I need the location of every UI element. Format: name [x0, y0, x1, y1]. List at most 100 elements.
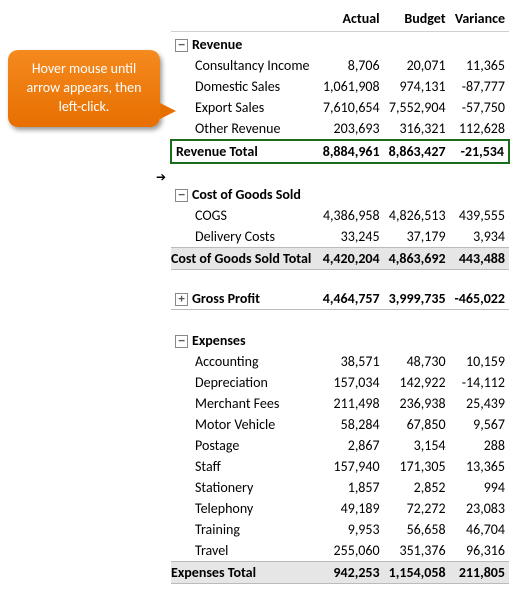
gross-profit-title: Gross Profit: [192, 290, 260, 307]
col-actual: Actual: [318, 8, 384, 32]
col-variance: Variance: [450, 8, 509, 32]
expenses-total-label: Expenses Total: [171, 562, 318, 584]
revenue-total-label: Revenue Total: [171, 140, 318, 163]
expenses-title: Expenses: [192, 332, 246, 349]
row-label: Domestic Sales: [171, 76, 318, 97]
table-row: Delivery Costs33,24537,1793,934: [171, 226, 509, 248]
row-budget: 56,658: [384, 519, 450, 540]
row-label: Merchant Fees: [171, 393, 318, 414]
col-budget: Budget: [384, 8, 450, 32]
row-label: Stationery: [171, 477, 318, 498]
row-variance: 288: [450, 435, 509, 456]
row-actual: 255,060: [318, 540, 384, 562]
row-variance: 25,439: [450, 393, 509, 414]
row-budget: 20,071: [384, 55, 450, 76]
row-variance: 112,628: [450, 118, 509, 140]
row-budget: 37,179: [384, 226, 450, 248]
row-variance: -14,112: [450, 372, 509, 393]
row-budget: 351,376: [384, 540, 450, 562]
cogs-total-label: Cost of Goods Sold Total: [171, 248, 318, 270]
row-label: Export Sales: [171, 97, 318, 118]
instruction-callout: Hover mouse until arrow appears, then le…: [8, 50, 160, 127]
revenue-total-actual: 8,884,961: [318, 140, 384, 163]
table-row: Staff157,940171,30513,365: [171, 456, 509, 477]
row-budget: 7,552,904: [384, 97, 450, 118]
callout-pointer-icon: [160, 103, 176, 119]
row-label: Travel: [171, 540, 318, 562]
row-label: Delivery Costs: [171, 226, 318, 248]
cogs-total-actual: 4,420,204: [318, 248, 384, 270]
table-row: Other Revenue203,693316,321112,628: [171, 118, 509, 140]
row-label: Other Revenue: [171, 118, 318, 140]
row-budget: 171,305: [384, 456, 450, 477]
expenses-section-header: −Expenses: [171, 328, 509, 351]
row-actual: 58,284: [318, 414, 384, 435]
cogs-title: Cost of Goods Sold: [192, 186, 301, 203]
table-row: Travel255,060351,37696,316: [171, 540, 509, 562]
row-variance: -57,750: [450, 97, 509, 118]
collapse-icon[interactable]: −: [175, 335, 188, 348]
header-row: Actual Budget Variance: [171, 8, 509, 32]
row-variance: 46,704: [450, 519, 509, 540]
row-actual: 33,245: [318, 226, 384, 248]
row-budget: 316,321: [384, 118, 450, 140]
row-budget: 4,826,513: [384, 205, 450, 226]
expenses-total-variance: 211,805: [450, 562, 509, 584]
row-actual: 49,189: [318, 498, 384, 519]
cogs-total-budget: 4,863,692: [384, 248, 450, 270]
row-variance: 96,316: [450, 540, 509, 562]
table-row: Export Sales7,610,6547,552,904-57,750: [171, 97, 509, 118]
financial-table: Actual Budget Variance −Revenue Consulta…: [170, 8, 510, 584]
table-row: Postage2,8673,154288: [171, 435, 509, 456]
gross-profit-budget: 3,999,735: [384, 288, 450, 310]
row-actual: 1,061,908: [318, 76, 384, 97]
revenue-total-row[interactable]: Revenue Total 8,884,961 8,863,427 -21,53…: [171, 140, 509, 163]
table-row: Consultancy Income8,70620,07111,365: [171, 55, 509, 76]
row-variance: 3,934: [450, 226, 509, 248]
table-row: Telephony49,18972,27223,083: [171, 498, 509, 519]
row-budget: 142,922: [384, 372, 450, 393]
expand-icon[interactable]: +: [175, 293, 188, 306]
row-variance: 13,365: [450, 456, 509, 477]
collapse-icon[interactable]: −: [175, 189, 188, 202]
revenue-section-header: −Revenue: [171, 32, 509, 56]
row-actual: 38,571: [318, 351, 384, 372]
row-label: Postage: [171, 435, 318, 456]
row-actual: 1,857: [318, 477, 384, 498]
row-actual: 9,953: [318, 519, 384, 540]
row-variance: 10,159: [450, 351, 509, 372]
expenses-total-row: Expenses Total 942,253 1,154,058 211,805: [171, 562, 509, 584]
table-row: Training9,95356,65846,704: [171, 519, 509, 540]
row-label: Consultancy Income: [171, 55, 318, 76]
cogs-total-row: Cost of Goods Sold Total 4,420,204 4,863…: [171, 248, 509, 270]
row-actual: 157,034: [318, 372, 384, 393]
row-budget: 67,850: [384, 414, 450, 435]
row-variance: 11,365: [450, 55, 509, 76]
revenue-total-variance: -21,534: [450, 140, 509, 163]
table-row: Motor Vehicle58,28467,8509,567: [171, 414, 509, 435]
row-actual: 4,386,958: [318, 205, 384, 226]
gross-profit-row: +Gross Profit 4,464,757 3,999,735 -465,0…: [171, 288, 509, 310]
row-actual: 211,498: [318, 393, 384, 414]
expenses-total-budget: 1,154,058: [384, 562, 450, 584]
row-budget: 236,938: [384, 393, 450, 414]
row-budget: 3,154: [384, 435, 450, 456]
table-row: Domestic Sales1,061,908974,131-87,777: [171, 76, 509, 97]
row-variance: 9,567: [450, 414, 509, 435]
collapse-icon[interactable]: −: [175, 39, 188, 52]
row-actual: 157,940: [318, 456, 384, 477]
row-actual: 2,867: [318, 435, 384, 456]
table-row: Merchant Fees211,498236,93825,439: [171, 393, 509, 414]
table-row: Accounting38,57148,73010,159: [171, 351, 509, 372]
gross-profit-actual: 4,464,757: [318, 288, 384, 310]
expenses-total-actual: 942,253: [318, 562, 384, 584]
row-label: Depreciation: [171, 372, 318, 393]
revenue-total-budget: 8,863,427: [384, 140, 450, 163]
table-row: COGS4,386,9584,826,513439,555: [171, 205, 509, 226]
row-variance: 994: [450, 477, 509, 498]
row-label: Telephony: [171, 498, 318, 519]
revenue-title: Revenue: [192, 36, 242, 53]
row-label: Staff: [171, 456, 318, 477]
row-label: Motor Vehicle: [171, 414, 318, 435]
row-budget: 72,272: [384, 498, 450, 519]
